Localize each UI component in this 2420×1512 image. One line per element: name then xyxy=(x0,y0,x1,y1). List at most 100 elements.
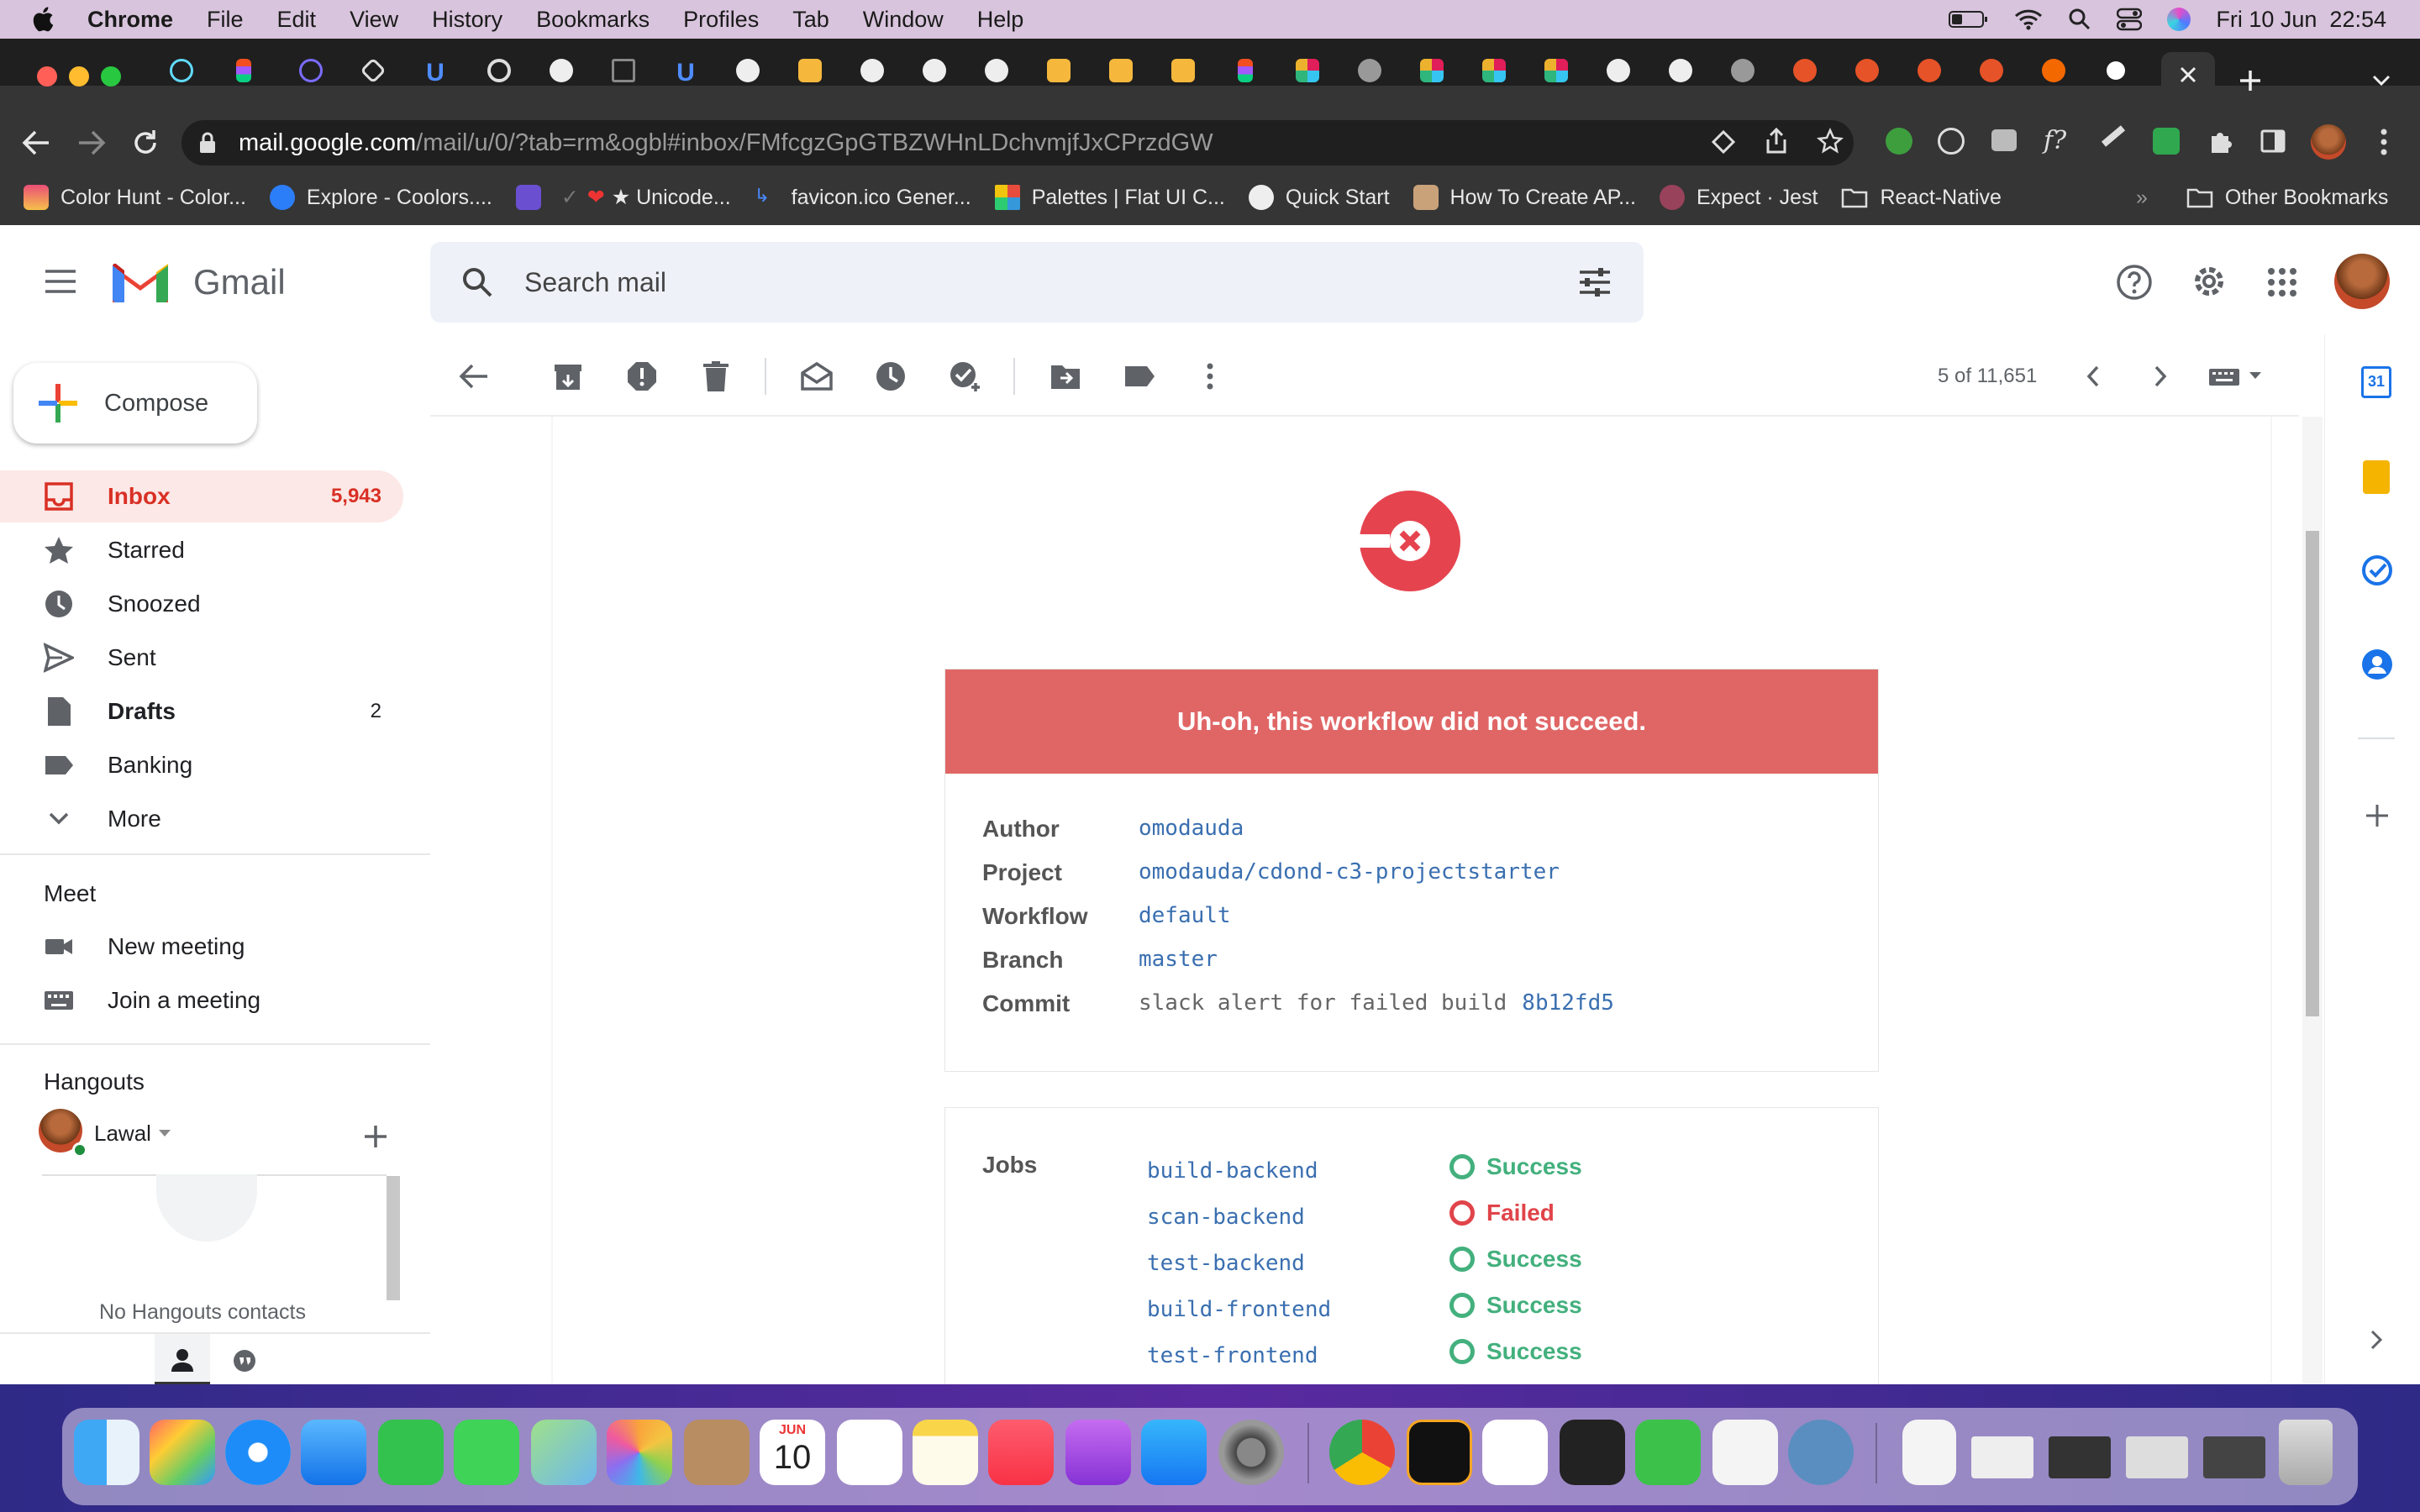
browser-tab[interactable] xyxy=(165,54,198,87)
settings-gear-icon[interactable] xyxy=(2190,262,2228,301)
browser-tab[interactable] xyxy=(607,54,640,87)
browser-tab[interactable] xyxy=(1477,54,1511,87)
terminal-icon[interactable] xyxy=(1560,1420,1625,1485)
input-tools-keyboard-icon[interactable] xyxy=(2208,368,2240,386)
trash-icon[interactable] xyxy=(2279,1420,2333,1485)
other-bookmarks-folder[interactable]: Other Bookmarks xyxy=(2186,186,2388,210)
browser-tab[interactable] xyxy=(1975,54,2008,87)
lock-icon[interactable] xyxy=(198,131,217,155)
app-store-icon[interactable] xyxy=(1141,1420,1207,1485)
browser-tab[interactable]: U xyxy=(669,54,702,87)
bookmark-item[interactable]: Palettes | Flat UI C... xyxy=(994,185,1225,210)
help-icon[interactable] xyxy=(2116,264,2153,301)
browser-tab[interactable] xyxy=(544,54,578,87)
browser-tab[interactable] xyxy=(1664,54,1697,87)
bookmark-item[interactable]: How To Create AP... xyxy=(1413,185,1636,210)
move-to-folder-icon[interactable] xyxy=(1049,360,1082,393)
browser-tab[interactable] xyxy=(980,54,1013,87)
menu-app-name[interactable]: Chrome xyxy=(87,7,173,33)
messages-icon[interactable] xyxy=(454,1420,519,1485)
reminders-icon[interactable] xyxy=(837,1420,902,1485)
expand-side-panel-chevron-icon[interactable] xyxy=(2368,1329,2385,1351)
back-to-inbox-icon[interactable] xyxy=(457,360,491,393)
meet-new-meeting[interactable]: New meeting xyxy=(0,921,403,973)
browser-tab[interactable] xyxy=(793,54,827,87)
meet-join-meeting[interactable]: Join a meeting xyxy=(0,974,403,1026)
main-scrollbar-thumb[interactable] xyxy=(2306,531,2319,1016)
window-close-button[interactable] xyxy=(37,66,57,87)
system-preferences-icon[interactable] xyxy=(1218,1420,1284,1485)
job-link[interactable]: scan-backend xyxy=(1147,1205,1305,1230)
spotlight-icon[interactable] xyxy=(2068,8,2091,31)
vscode-icon[interactable] xyxy=(1482,1420,1548,1485)
forward-icon[interactable] xyxy=(77,129,106,156)
browser-tab[interactable] xyxy=(2037,54,2070,87)
menu-edit[interactable]: Edit xyxy=(277,7,317,33)
finder-icon[interactable] xyxy=(74,1420,139,1485)
apple-icon[interactable] xyxy=(30,5,59,34)
older-chevron-right-icon[interactable] xyxy=(2151,365,2170,388)
search-bar[interactable]: Search mail xyxy=(430,242,1644,323)
browser-tab[interactable] xyxy=(731,54,765,87)
commit-hash-link[interactable]: 8b12fd5 xyxy=(1522,990,1614,1017)
menubar-clock[interactable]: Fri 10 Jun 22:54 xyxy=(2216,7,2386,33)
job-link[interactable]: build-backend xyxy=(1147,1158,1318,1184)
compose-button[interactable]: Compose xyxy=(13,363,257,444)
nav-sent[interactable]: Sent xyxy=(0,632,403,684)
search-input[interactable]: Search mail xyxy=(524,267,666,298)
menu-view[interactable]: View xyxy=(350,7,398,33)
recent-document-icon[interactable] xyxy=(1902,1420,1956,1485)
battery-icon[interactable] xyxy=(1949,9,1989,29)
bookmark-item[interactable]: Expect · Jest xyxy=(1659,185,1818,210)
author-link[interactable]: omodauda xyxy=(1139,816,1244,843)
job-link[interactable]: test-backend xyxy=(1147,1251,1305,1276)
nav-more[interactable]: More xyxy=(0,793,403,845)
extension-screenshot-icon[interactable] xyxy=(1991,129,2017,151)
add-contact-plus-icon[interactable] xyxy=(363,1124,388,1149)
window-zoom-button[interactable] xyxy=(101,66,121,87)
postgres-icon[interactable] xyxy=(1788,1420,1854,1485)
minimized-window-thumbnail[interactable] xyxy=(2203,1436,2265,1478)
extensions-puzzle-icon[interactable] xyxy=(2207,128,2233,155)
minimized-window-thumbnail[interactable] xyxy=(2049,1436,2111,1478)
nav-label-banking[interactable]: Banking xyxy=(0,739,403,791)
snooze-clock-icon[interactable] xyxy=(874,360,908,393)
browser-tab[interactable] xyxy=(294,54,328,87)
browser-tab[interactable] xyxy=(356,54,390,87)
hyper-terminal-icon[interactable] xyxy=(1407,1420,1472,1485)
reload-icon[interactable] xyxy=(131,129,160,157)
bookmark-item[interactable]: Quick Start xyxy=(1248,185,1390,210)
photos-icon[interactable] xyxy=(607,1420,672,1485)
share-icon[interactable] xyxy=(1765,128,1788,155)
mark-unread-icon[interactable] xyxy=(800,360,834,393)
menu-bookmarks[interactable]: Bookmarks xyxy=(536,7,650,33)
browser-tab[interactable] xyxy=(1726,54,1760,87)
browser-tab[interactable] xyxy=(1042,54,1076,87)
back-icon[interactable] xyxy=(22,129,50,156)
keep-icon[interactable] xyxy=(2363,460,2390,494)
menu-window[interactable]: Window xyxy=(863,7,944,33)
browser-tab[interactable] xyxy=(1539,54,1573,87)
browser-tab[interactable] xyxy=(1291,54,1324,87)
notes-icon[interactable] xyxy=(913,1420,978,1485)
podcasts-icon[interactable] xyxy=(1065,1420,1131,1485)
extension-fx-icon[interactable]: f? xyxy=(2044,126,2066,155)
nav-inbox[interactable]: Inbox 5,943 xyxy=(0,470,403,522)
install-app-icon[interactable] xyxy=(1711,129,1736,155)
main-menu-icon[interactable] xyxy=(44,269,77,294)
extension-react-devtools-icon[interactable] xyxy=(1938,128,1965,155)
profile-avatar[interactable] xyxy=(2311,124,2346,160)
facetime-icon[interactable] xyxy=(378,1420,444,1485)
bookmarks-overflow-chevron[interactable]: » xyxy=(2136,186,2148,210)
browser-tab[interactable] xyxy=(1788,54,1822,87)
workflow-link[interactable]: default xyxy=(1139,903,1231,930)
menu-profiles[interactable]: Profiles xyxy=(683,7,759,33)
bookmark-item[interactable]: ✓ ❤ xyxy=(515,185,612,210)
menu-help[interactable]: Help xyxy=(977,7,1024,33)
report-spam-icon[interactable] xyxy=(625,360,659,393)
browser-tab[interactable] xyxy=(1850,54,1884,87)
hangouts-scrollbar[interactable] xyxy=(387,1176,400,1300)
caret-down-icon[interactable] xyxy=(158,1129,171,1137)
nav-snoozed[interactable]: Snoozed xyxy=(0,578,403,630)
browser-tab[interactable] xyxy=(1602,54,1635,87)
